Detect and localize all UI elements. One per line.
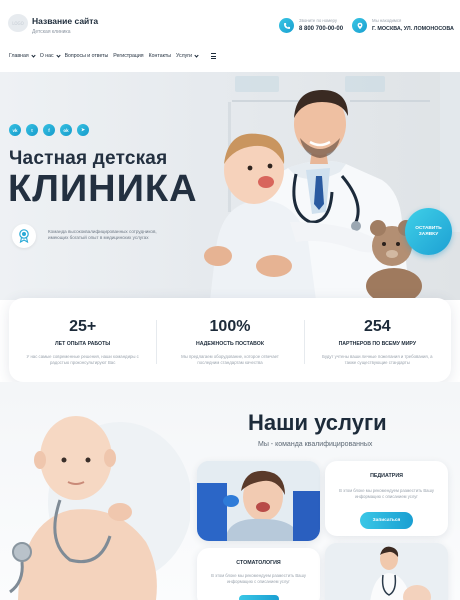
- service-card-pediatrics: ПЕДИАТРИЯ В этом блоке мы рекомендуем ра…: [325, 461, 448, 536]
- nav-item-services[interactable]: Услуги: [176, 52, 199, 59]
- stat-label: ЛЕТ ОПЫТА РАБОТЫ: [54, 341, 111, 347]
- dentist-photo: [197, 461, 320, 541]
- sign-up-button[interactable]: Записаться: [359, 512, 414, 530]
- card-title: СТОМАТОЛОГИЯ: [236, 560, 281, 566]
- sign-up-button-partial[interactable]: [238, 595, 279, 600]
- phone-icon: [279, 18, 294, 33]
- site-subtitle: Детская клиника: [32, 29, 71, 35]
- card-text: В этом блоке мы рекомендуем разместить В…: [211, 573, 306, 584]
- site-title: Название сайта: [32, 16, 99, 26]
- award-icon: [12, 224, 36, 248]
- services-subtitle: Мы - команда квалифицированных: [258, 441, 373, 448]
- social-links: vk t f ok ➤: [9, 124, 89, 136]
- phone-label: Звоните по номеру: [299, 18, 338, 23]
- order-button[interactable]: ОСТАВИТЬ ЗАЯВКУ: [405, 208, 452, 255]
- hero-doctor-photo: [204, 90, 422, 300]
- nav-item-home[interactable]: Главная: [9, 52, 36, 59]
- stat-value: 254: [363, 318, 391, 335]
- nav-item-about[interactable]: О нас: [40, 52, 61, 59]
- telegram-icon[interactable]: ➤: [77, 124, 89, 136]
- address-label: Мы находимся: [372, 18, 402, 23]
- odnoklassniki-icon[interactable]: ok: [60, 124, 72, 136]
- stat-reliability: 100% НАДЕЖНОСТЬ ПОСТАВОК Мы предлагаем о…: [156, 298, 303, 382]
- card-title: ПЕДИАТРИЯ: [370, 473, 403, 479]
- site-logo[interactable]: LOGO: [8, 14, 28, 32]
- stat-experience: 25+ ЛЕТ ОПЫТА РАБОТЫ У нас самые совреме…: [9, 298, 156, 382]
- hero-description: Команда высококвалифицированных сотрудни…: [48, 229, 157, 241]
- pediatrician-photo: [325, 543, 448, 600]
- facebook-icon[interactable]: f: [43, 124, 55, 136]
- vk-icon[interactable]: vk: [9, 124, 21, 136]
- hero-title-line2: КЛИНИКА: [8, 168, 198, 210]
- page: LOGO Название сайта Детская клиника Звон…: [0, 0, 460, 600]
- phone-number[interactable]: 8 800 700-00-00: [299, 26, 343, 32]
- dentistry-photo-card[interactable]: [197, 461, 320, 541]
- nav-item-faq[interactable]: Вопросы и ответы: [65, 53, 109, 59]
- menu-icon[interactable]: [210, 53, 216, 59]
- stat-text: Мы предлагаем оборудование, которое отве…: [181, 354, 279, 365]
- stat-value: 100%: [209, 318, 251, 335]
- pediatric-photo-card[interactable]: [325, 543, 448, 600]
- service-card-dentistry: СТОМАТОЛОГИЯ В этом блоке мы рекомендуем…: [197, 548, 320, 600]
- chevron-down-icon: [55, 52, 61, 58]
- hero-section: vk t f ok ➤ Частная детская КЛИНИКА Кома…: [0, 72, 460, 300]
- stat-text: У нас самые современные решения, наши ко…: [26, 354, 139, 365]
- baby-photo: [9, 416, 190, 600]
- chevron-down-icon: [31, 52, 36, 58]
- services-title: Наши услуги: [248, 410, 387, 435]
- stat-value: 25+: [69, 318, 97, 335]
- stat-label: НАДЕЖНОСТЬ ПОСТАВОК: [195, 341, 265, 347]
- main-nav: Главная О нас Вопросы и ответы Регистрац…: [0, 44, 460, 68]
- card-text: В этом блоке мы рекомендуем разместить В…: [339, 488, 434, 499]
- chevron-down-icon: [194, 52, 199, 58]
- twitter-icon[interactable]: t: [26, 124, 38, 136]
- stat-text: Будут учтены ваши личные пожелания и тре…: [322, 354, 433, 365]
- location-icon: [352, 18, 367, 33]
- nav-item-registration[interactable]: Регистрация: [113, 53, 143, 59]
- nav-item-contacts[interactable]: Контакты: [149, 53, 171, 59]
- hero-title-line1: Частная детская: [9, 148, 168, 169]
- stat-label: ПАРТНЕРОВ ПО ВСЕМУ МИРУ: [338, 341, 417, 347]
- stat-partners: 254 ПАРТНЕРОВ ПО ВСЕМУ МИРУ Будут учтены…: [303, 298, 451, 382]
- address: Г. МОСКВА, УЛ. ЛОМОНОСОВА: [372, 26, 454, 32]
- site-header: LOGO Название сайта Детская клиника Звон…: [0, 0, 460, 44]
- stats-panel: 25+ ЛЕТ ОПЫТА РАБОТЫ У нас самые совреме…: [9, 298, 451, 382]
